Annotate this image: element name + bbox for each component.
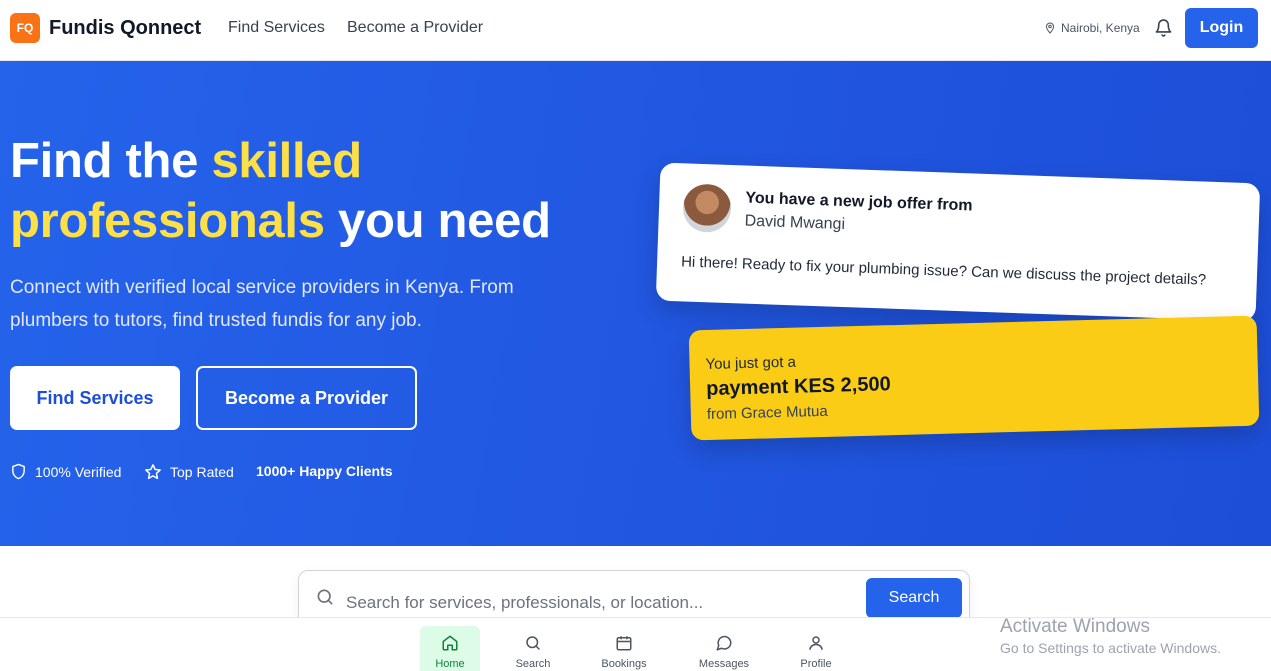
hero-title-highlight-1: skilled <box>211 134 362 188</box>
brand-name[interactable]: Fundis Qonnect <box>49 17 201 40</box>
payment-amount: payment KES 2,500 <box>705 373 891 401</box>
bottom-nav-profile[interactable]: Profile <box>786 626 846 671</box>
watermark-subtitle: Go to Settings to activate Windows. <box>1000 640 1221 656</box>
bottom-nav-home[interactable]: Home <box>420 626 480 671</box>
logo-badge[interactable]: FQ <box>10 13 40 43</box>
location-label: Nairobi, Kenya <box>1061 21 1140 35</box>
hero-section: Find the skilled professionals you need C… <box>0 61 1271 546</box>
hero-title-part-1: Find the <box>10 134 212 188</box>
payment-intro: You just got a <box>705 353 797 374</box>
search-input[interactable] <box>346 589 846 617</box>
search-button[interactable]: Search <box>866 578 962 618</box>
bottom-nav-profile-label: Profile <box>800 658 832 670</box>
bell-icon <box>1155 19 1171 37</box>
hero-subtitle: Connect with verified local service prov… <box>10 277 514 331</box>
search-icon <box>526 636 540 650</box>
hero-title-highlight-2: professionals <box>10 194 325 248</box>
offer-title: You have a new job offer from <box>745 189 973 215</box>
bottom-nav-messages-label: Messages <box>698 658 750 670</box>
top-header: FQ Fundis Qonnect Find Services Become a… <box>0 0 1271 61</box>
windows-activation-watermark: Activate Windows Go to Settings to activ… <box>1000 616 1221 656</box>
shield-icon <box>12 463 25 480</box>
hero-find-services-button[interactable]: Find Services <box>10 366 180 430</box>
nav-become-provider[interactable]: Become a Provider <box>347 19 483 37</box>
user-icon <box>809 636 823 650</box>
trust-happy-clients-label: 1000+ Happy Clients <box>256 463 393 479</box>
bottom-nav-messages[interactable]: Messages <box>694 626 754 671</box>
hero-title-part-2: you need <box>324 194 551 248</box>
bottom-nav-search-label: Search <box>515 658 551 670</box>
notifications-button[interactable] <box>1152 17 1174 39</box>
hero-title: Find the skilled professionals you need <box>10 131 570 251</box>
trust-verified-label: 100% Verified <box>35 463 122 480</box>
calendar-icon <box>616 636 632 651</box>
job-offer-card: You have a new job offer from David Mwan… <box>655 162 1261 322</box>
search-icon <box>317 589 333 605</box>
home-icon <box>442 635 458 651</box>
payment-card: You just got a payment KES 2,500 from Gr… <box>688 315 1260 441</box>
trust-badge-verified: 100% Verified <box>10 463 121 480</box>
trust-top-rated-label: Top Rated <box>170 464 234 480</box>
bottom-nav-search[interactable]: Search <box>503 626 563 671</box>
nav-find-services[interactable]: Find Services <box>228 19 325 37</box>
map-pin-icon <box>1045 22 1055 34</box>
bottom-nav-bookings[interactable]: Bookings <box>594 626 654 671</box>
trust-badge-happy-clients: 1000+ Happy Clients <box>256 463 393 479</box>
trust-badge-top-rated: Top Rated <box>144 463 234 481</box>
bottom-nav-home-label: Home <box>435 658 465 670</box>
watermark-title: Activate Windows <box>1000 616 1150 637</box>
offer-message: Hi there! Ready to fix your plumbing iss… <box>680 253 1207 289</box>
star-icon <box>145 464 161 480</box>
login-button[interactable]: Login <box>1185 8 1258 48</box>
hero-become-provider-button[interactable]: Become a Provider <box>196 366 417 430</box>
payment-sender: from Grace Mutua <box>706 402 828 424</box>
avatar <box>682 183 732 234</box>
message-icon <box>716 635 732 651</box>
bottom-nav-bookings-label: Bookings <box>601 658 647 670</box>
offer-sender-name: David Mwangi <box>744 212 846 234</box>
location-selector[interactable]: Nairobi, Kenya <box>1044 21 1140 35</box>
